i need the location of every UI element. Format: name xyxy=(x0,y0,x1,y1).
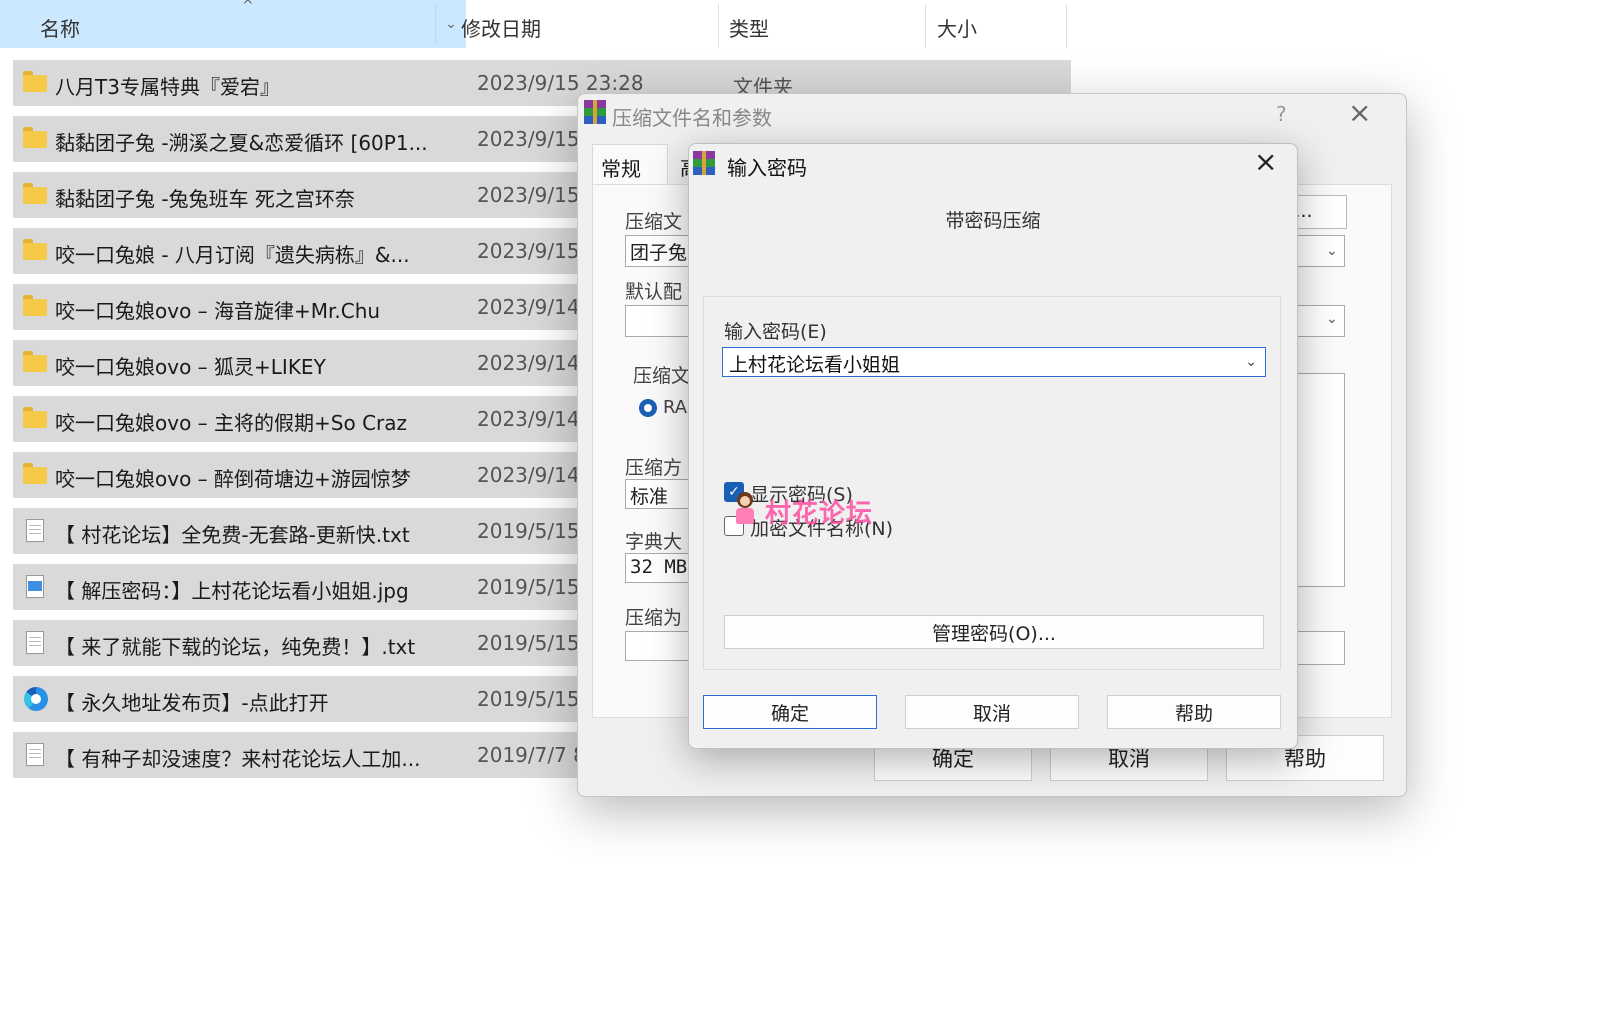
winrar-logo-icon xyxy=(693,151,715,175)
folder-icon xyxy=(23,127,47,149)
close-icon[interactable]: × xyxy=(1348,96,1371,129)
file-name: 咬一口兔娘ovo – 海音旋律+Mr.Chu xyxy=(55,299,381,323)
tab-general[interactable]: 常规 xyxy=(592,144,668,184)
file-name: 【 永久地址发布页】-点此打开 xyxy=(55,691,329,715)
text-file-icon xyxy=(23,631,47,654)
folder-icon xyxy=(23,239,47,261)
archive-format-label: 压缩文 xyxy=(633,365,691,387)
password-group: 输入密码(E) 上村花论坛看小姐姐 ⌄ ✓ 显示密码(S) 加密文件名称(N) … xyxy=(703,296,1281,670)
text-file-icon xyxy=(23,743,47,766)
sort-ascending-icon: ^ xyxy=(242,0,254,14)
file-name: 八月T3专属特典『爱宕』 xyxy=(55,75,280,99)
folder-icon xyxy=(23,407,47,429)
file-date: 2019/5/15 xyxy=(477,519,580,543)
rar-format-radio[interactable] xyxy=(639,399,657,417)
file-date: 2023/9/14 xyxy=(477,407,580,431)
compression-method-label: 压缩方 xyxy=(625,457,683,479)
archive-name-label: 压缩文 xyxy=(625,211,683,233)
column-header-bar: 名称 ^ ⌄ 修改日期 类型 大小 xyxy=(0,0,1080,52)
chevron-down-icon[interactable]: ⌄ xyxy=(1326,243,1338,259)
dictionary-size-value: 32 MB xyxy=(630,556,688,578)
file-name: 【 有种子却没速度？来村花论坛人工加... xyxy=(55,747,421,771)
password-dialog: 输入密码 × 带密码压缩 输入密码(E) 上村花论坛看小姐姐 ⌄ ✓ 显示密码(… xyxy=(688,143,1298,749)
chevron-down-icon[interactable]: ⌄ xyxy=(1245,354,1257,370)
column-header-size[interactable]: 大小 xyxy=(937,13,977,42)
cancel-button[interactable]: 取消 xyxy=(905,695,1079,729)
close-icon[interactable]: × xyxy=(1254,145,1277,178)
file-name: 【 解压密码：】上村花论坛看小姐姐.jpg xyxy=(55,579,409,603)
folder-icon xyxy=(23,183,47,205)
column-divider[interactable] xyxy=(925,4,926,48)
options-box xyxy=(1293,373,1345,587)
file-name: 咬一口兔娘ovo – 狐灵+LIKEY xyxy=(55,355,326,379)
column-header-name-label: 名称 xyxy=(40,17,80,41)
file-date: 2023/9/15 xyxy=(477,183,580,207)
file-name: 【 村花论坛】全免费-无套路-更新快.txt xyxy=(55,523,410,547)
file-date: 2023/9/15 xyxy=(477,239,580,263)
winrar-logo-icon xyxy=(584,100,606,124)
split-volumes-label: 压缩为 xyxy=(625,607,683,629)
file-date: 2019/5/15 xyxy=(477,631,580,655)
chevron-down-icon[interactable]: ⌄ xyxy=(1326,311,1338,327)
compression-method-value: 标准 xyxy=(630,486,669,508)
file-name: 黏黏团子兔 -兔兔班车 死之宫环奈 xyxy=(55,187,355,211)
file-name: 黏黏团子兔 -溯溪之夏&恋爱循环 [60P1... xyxy=(55,131,428,155)
file-name: 咬一口兔娘ovo – 主将的假期+So Craz xyxy=(55,411,408,435)
file-date: 2019/5/15 xyxy=(477,575,580,599)
file-name: 咬一口兔娘ovo – 醉倒荷塘边+游园惊梦 xyxy=(55,467,411,491)
folder-icon xyxy=(23,295,47,317)
image-file-icon xyxy=(23,575,47,598)
dialog-heading: 带密码压缩 xyxy=(945,210,1041,232)
watermark-text: 村花论坛 xyxy=(765,499,874,529)
file-date: 2019/5/15 xyxy=(477,687,580,711)
file-date: 2023/9/15 xyxy=(477,127,580,151)
help-button[interactable]: 帮助 xyxy=(1107,695,1281,729)
edge-shortcut-icon xyxy=(23,687,48,711)
manage-passwords-button[interactable]: 管理密码(O)... xyxy=(724,615,1264,649)
default-profile-label: 默认配 xyxy=(625,281,683,303)
file-name: 咬一口兔娘 - 八月订阅『遗失病栋』&... xyxy=(55,243,410,267)
help-icon[interactable]: ? xyxy=(1276,102,1287,126)
file-date: 2023/9/14 xyxy=(477,295,580,319)
folder-icon xyxy=(23,351,47,373)
folder-icon xyxy=(23,463,47,485)
file-date: 2023/9/14 xyxy=(477,351,580,375)
password-input[interactable]: 上村花论坛看小姐姐 ⌄ xyxy=(722,347,1266,377)
column-header-name[interactable]: 名称 ^ ⌄ xyxy=(0,0,466,48)
file-date: 2023/9/14 xyxy=(477,463,580,487)
rar-format-label: RA xyxy=(663,397,688,418)
password-label: 输入密码(E) xyxy=(724,321,827,343)
column-divider[interactable] xyxy=(718,4,719,48)
ok-button[interactable]: 确定 xyxy=(703,695,877,729)
column-header-type[interactable]: 类型 xyxy=(729,13,769,42)
watermark-mascot-icon xyxy=(734,492,756,528)
dialog-title: 输入密码 xyxy=(727,156,807,180)
password-value: 上村花论坛看小姐姐 xyxy=(729,354,901,376)
text-file-icon xyxy=(23,519,47,542)
file-date: 2023/9/15 23:28 xyxy=(477,71,644,95)
dialog-title: 压缩文件名和参数 xyxy=(612,106,772,130)
archive-name-value: 团子兔 xyxy=(630,242,688,264)
file-date: 2019/7/7 8 xyxy=(477,743,586,767)
folder-icon xyxy=(23,71,47,93)
dictionary-size-label: 字典大 xyxy=(625,531,683,553)
column-header-date[interactable]: 修改日期 xyxy=(461,13,541,42)
file-name: 【 来了就能下载的论坛，纯免费！】.txt xyxy=(55,635,416,659)
column-divider[interactable] xyxy=(1066,4,1067,48)
